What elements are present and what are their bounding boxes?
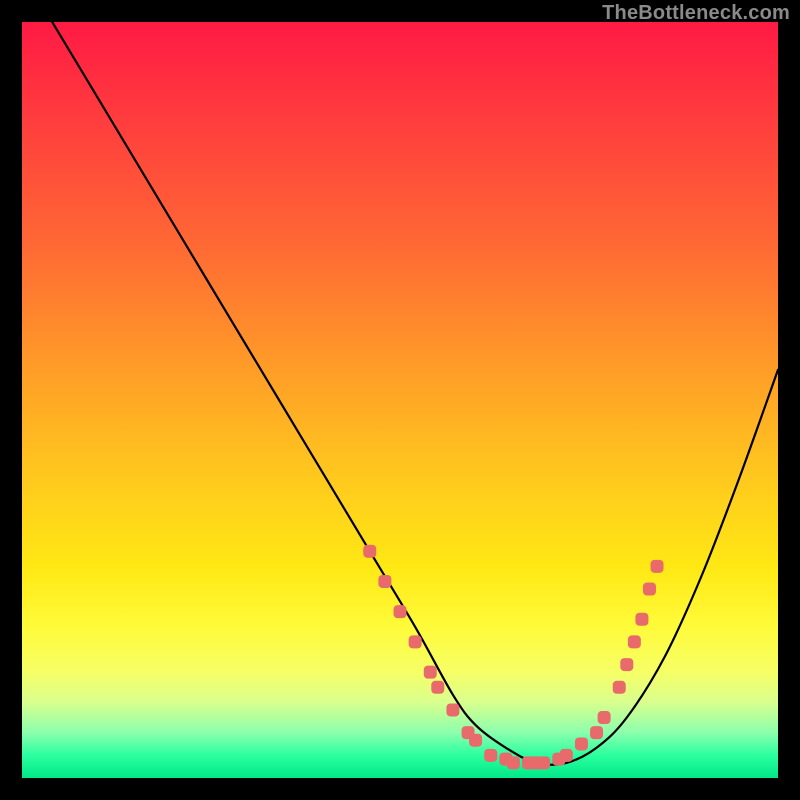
watermark-text: TheBottleneck.com	[602, 2, 790, 25]
plot-background	[22, 22, 778, 778]
chart-frame: TheBottleneck.com	[0, 0, 800, 800]
